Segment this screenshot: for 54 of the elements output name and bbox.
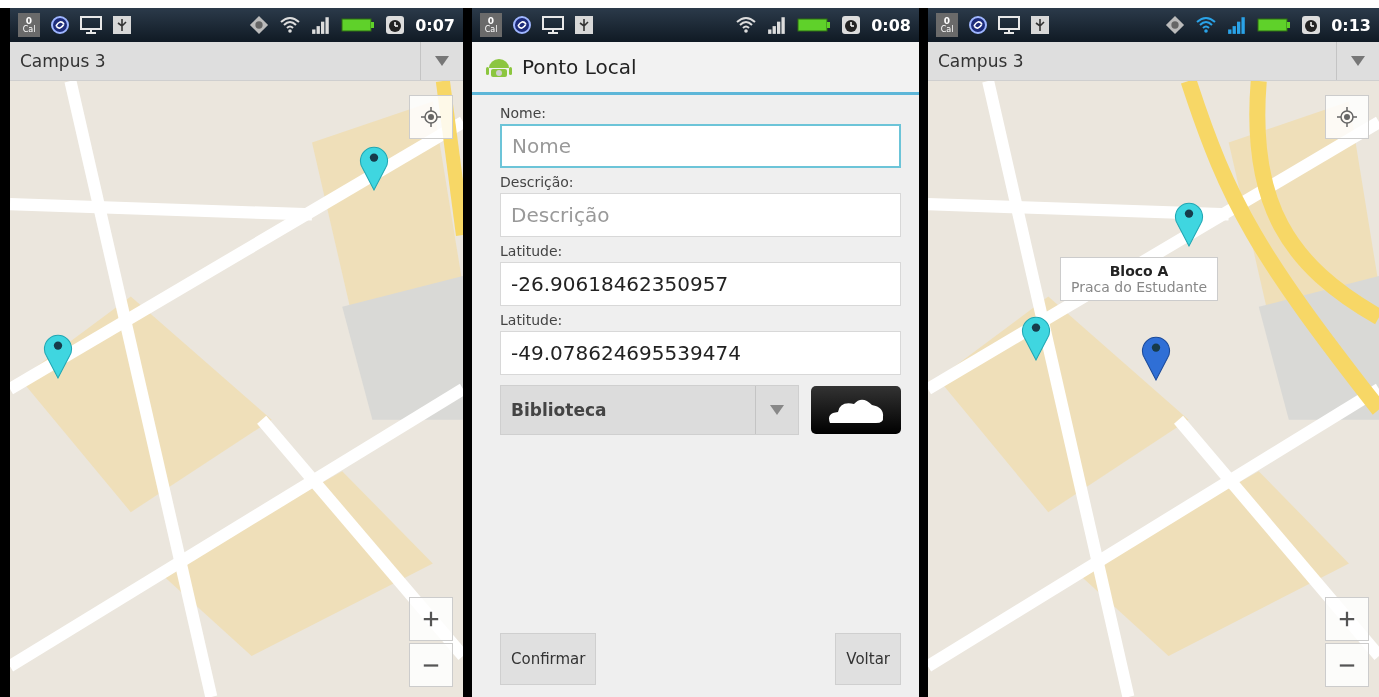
screen-title: Ponto Local (522, 55, 637, 79)
clock-time: 0:13 (1331, 15, 1371, 35)
text-input-field[interactable]: -26.90618462350957 (500, 262, 901, 306)
minus-icon (422, 663, 440, 667)
text-input-field[interactable]: Descrição (500, 193, 901, 237)
alarm-clock-icon (384, 15, 407, 35)
alarm-clock-icon (840, 15, 863, 35)
marker-info-window[interactable]: Bloco A Praca do Estudante (1060, 257, 1219, 301)
battery-icon (797, 17, 832, 33)
info-window-title: Bloco A (1109, 263, 1169, 279)
caret-icon (435, 56, 449, 66)
plus-icon (1338, 610, 1356, 628)
minus-icon (1338, 663, 1356, 667)
locate-icon (1337, 107, 1357, 127)
form-button[interactable]: Voltar (835, 633, 901, 685)
zoom-in-button[interactable] (409, 597, 453, 641)
location-dropdown[interactable]: Campus 3 (928, 42, 1379, 81)
monitor-icon (542, 15, 564, 35)
category-dropdown[interactable]: Biblioteca (500, 385, 799, 435)
usb-icon (1029, 15, 1051, 35)
monitor-icon (998, 15, 1020, 35)
caret-icon (770, 405, 784, 415)
text-input-field[interactable]: -49.078624695539474 (500, 331, 901, 375)
clock-time: 0:08 (871, 15, 911, 35)
my-location-button[interactable] (1325, 95, 1369, 139)
my-location-button[interactable] (409, 95, 453, 139)
info-window-subtitle: Praca do Estudante (1071, 279, 1208, 295)
calendar-notification-icon: 0 Cal (480, 13, 502, 37)
usb-icon (573, 15, 595, 35)
calendar-notification-icon: 0 Cal (936, 13, 958, 37)
battery-icon (341, 17, 376, 33)
zoom-in-button[interactable] (1325, 597, 1369, 641)
gps-icon (248, 15, 271, 35)
sync-icon (967, 15, 989, 35)
alarm-clock-icon (1300, 15, 1323, 35)
field-label: Latitude: (500, 312, 564, 328)
text-input-field[interactable]: Nome (500, 124, 901, 168)
caret-icon (1351, 56, 1365, 66)
sync-icon (511, 15, 533, 35)
form-button[interactable]: Confirmar (500, 633, 597, 685)
field-label: Latitude: (500, 243, 564, 259)
locate-icon (421, 107, 441, 127)
plus-icon (422, 610, 440, 628)
calendar-notification-icon: 0 Cal (18, 13, 40, 37)
clock-time: 0:07 (415, 15, 455, 35)
field-label: Descrição: (500, 174, 575, 190)
field-label: Nome: (500, 105, 547, 121)
usb-icon (111, 15, 133, 35)
sync-icon (49, 15, 71, 35)
gps-icon (1164, 15, 1187, 35)
battery-icon (1257, 17, 1292, 33)
monitor-icon (80, 15, 102, 35)
cloud-button[interactable] (811, 386, 901, 434)
location-dropdown[interactable]: Campus 3 (10, 42, 463, 81)
